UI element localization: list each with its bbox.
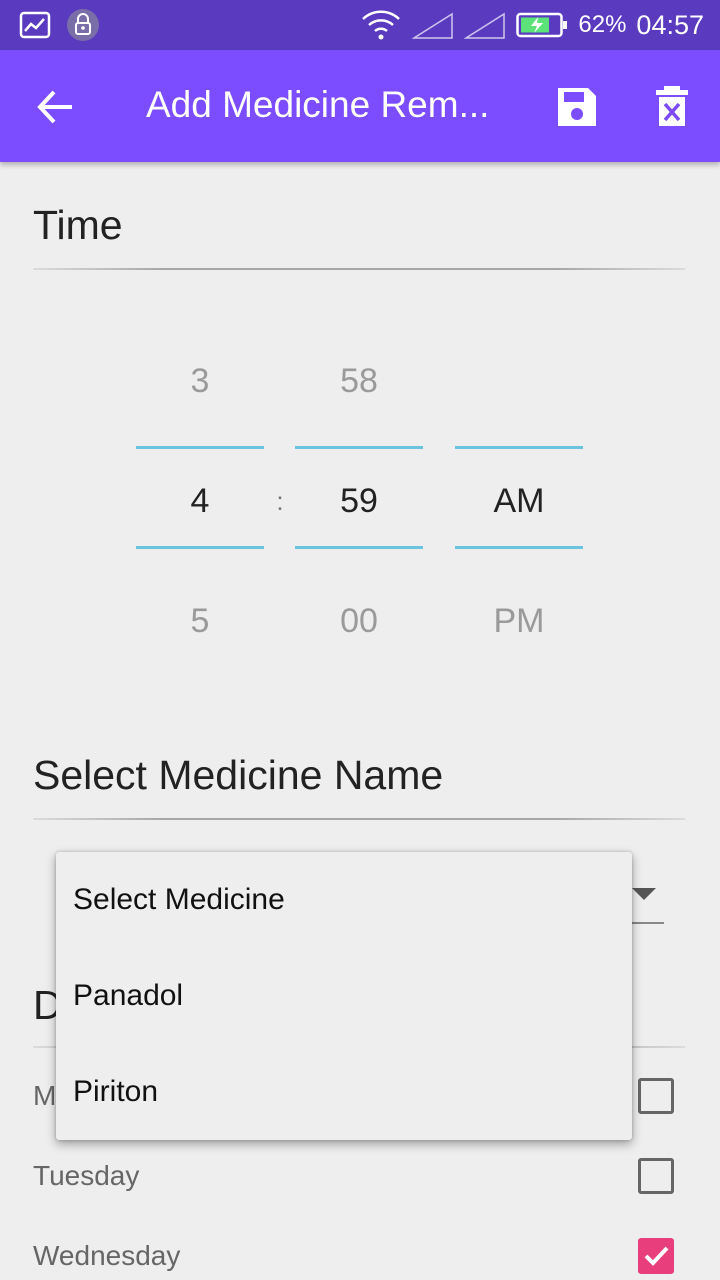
minute-prev[interactable]: 58 <box>295 362 423 401</box>
divider <box>33 818 685 820</box>
signal-icon <box>412 12 454 39</box>
battery-percent: 62% <box>578 11 627 38</box>
minute-selection-line <box>295 446 423 449</box>
hour-prev[interactable]: 3 <box>136 362 264 401</box>
checkbox-monday[interactable] <box>638 1078 674 1114</box>
clock: 04:57 <box>636 9 704 40</box>
page-title: Add Medicine Rem... <box>146 84 490 125</box>
checkbox-tuesday[interactable] <box>638 1158 674 1194</box>
save-icon[interactable] <box>552 84 600 130</box>
day-label-monday: M <box>33 1080 57 1111</box>
hour-selected[interactable]: 4 <box>136 482 264 521</box>
minute-next[interactable]: 00 <box>295 602 423 641</box>
divider <box>33 268 685 270</box>
chevron-down-icon[interactable] <box>632 888 656 902</box>
dropdown-option-panadol[interactable]: Panadol <box>56 948 632 1044</box>
minute-selection-line <box>295 546 423 549</box>
delete-icon[interactable] <box>650 84 694 130</box>
ampm-next[interactable]: PM <box>455 602 583 641</box>
battery-charging-icon <box>516 12 568 38</box>
arrow-back-icon[interactable] <box>30 84 80 130</box>
time-separator: : <box>276 486 284 516</box>
check-icon <box>644 1246 669 1266</box>
minute-selected[interactable]: 59 <box>295 482 423 521</box>
lock-icon <box>67 9 99 41</box>
app-bar: Add Medicine Rem... <box>0 50 720 162</box>
ampm-selection-line <box>455 546 583 549</box>
dropdown-option-select-medicine[interactable]: Select Medicine <box>56 852 632 948</box>
dropdown-option-piriton[interactable]: Piriton <box>56 1044 632 1140</box>
hour-next[interactable]: 5 <box>136 602 264 641</box>
day-label-tuesday: Tuesday <box>33 1160 140 1191</box>
signal-icon <box>464 12 506 39</box>
ampm-selected[interactable]: AM <box>455 482 583 521</box>
checkbox-wednesday[interactable] <box>638 1238 674 1274</box>
status-bar: 62% 04:57 <box>0 0 720 50</box>
medicine-dropdown-menu: Select Medicine Panadol Piriton <box>56 852 632 1140</box>
hour-selection-line <box>136 446 264 449</box>
hour-selection-line <box>136 546 264 549</box>
wifi-icon <box>362 10 401 40</box>
time-section-title: Time <box>33 202 123 248</box>
ampm-selection-line <box>455 446 583 449</box>
day-label-wednesday: Wednesday <box>33 1240 181 1271</box>
gallery-icon <box>19 11 51 39</box>
medicine-section-title: Select Medicine Name <box>33 752 444 798</box>
